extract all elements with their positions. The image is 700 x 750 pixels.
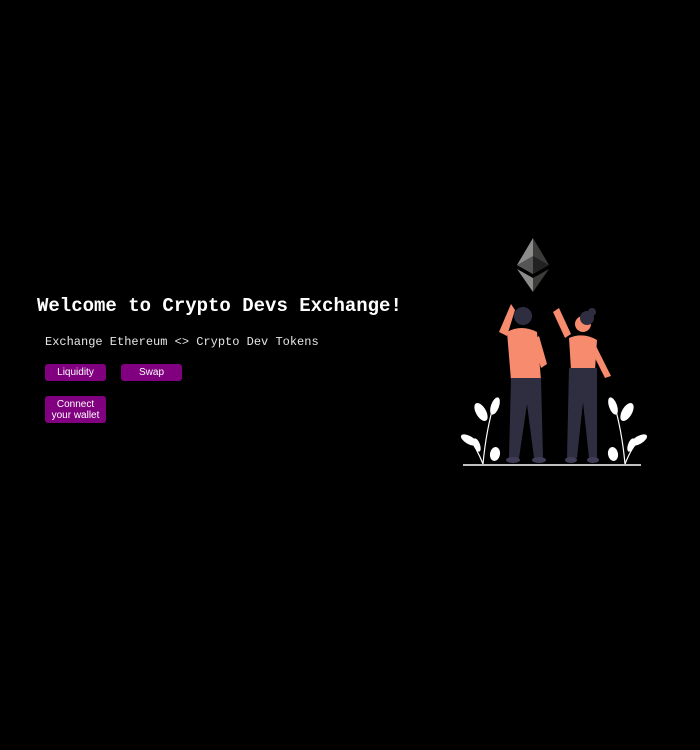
celebrating-people-illustration (460, 238, 648, 466)
man-figure (499, 304, 547, 463)
liquidity-button[interactable]: Liquidity (45, 364, 106, 381)
right-plant-icon (607, 397, 648, 465)
left-plant-icon (460, 397, 501, 465)
woman-figure (553, 308, 611, 463)
ethereum-logo-icon (517, 238, 549, 292)
page-title: Welcome to Crypto Devs Exchange! (37, 295, 402, 317)
page-description: Exchange Ethereum <> Crypto Dev Tokens (45, 335, 319, 349)
swap-button[interactable]: Swap (121, 364, 182, 381)
connect-wallet-button[interactable]: Connect your wallet (45, 396, 106, 423)
